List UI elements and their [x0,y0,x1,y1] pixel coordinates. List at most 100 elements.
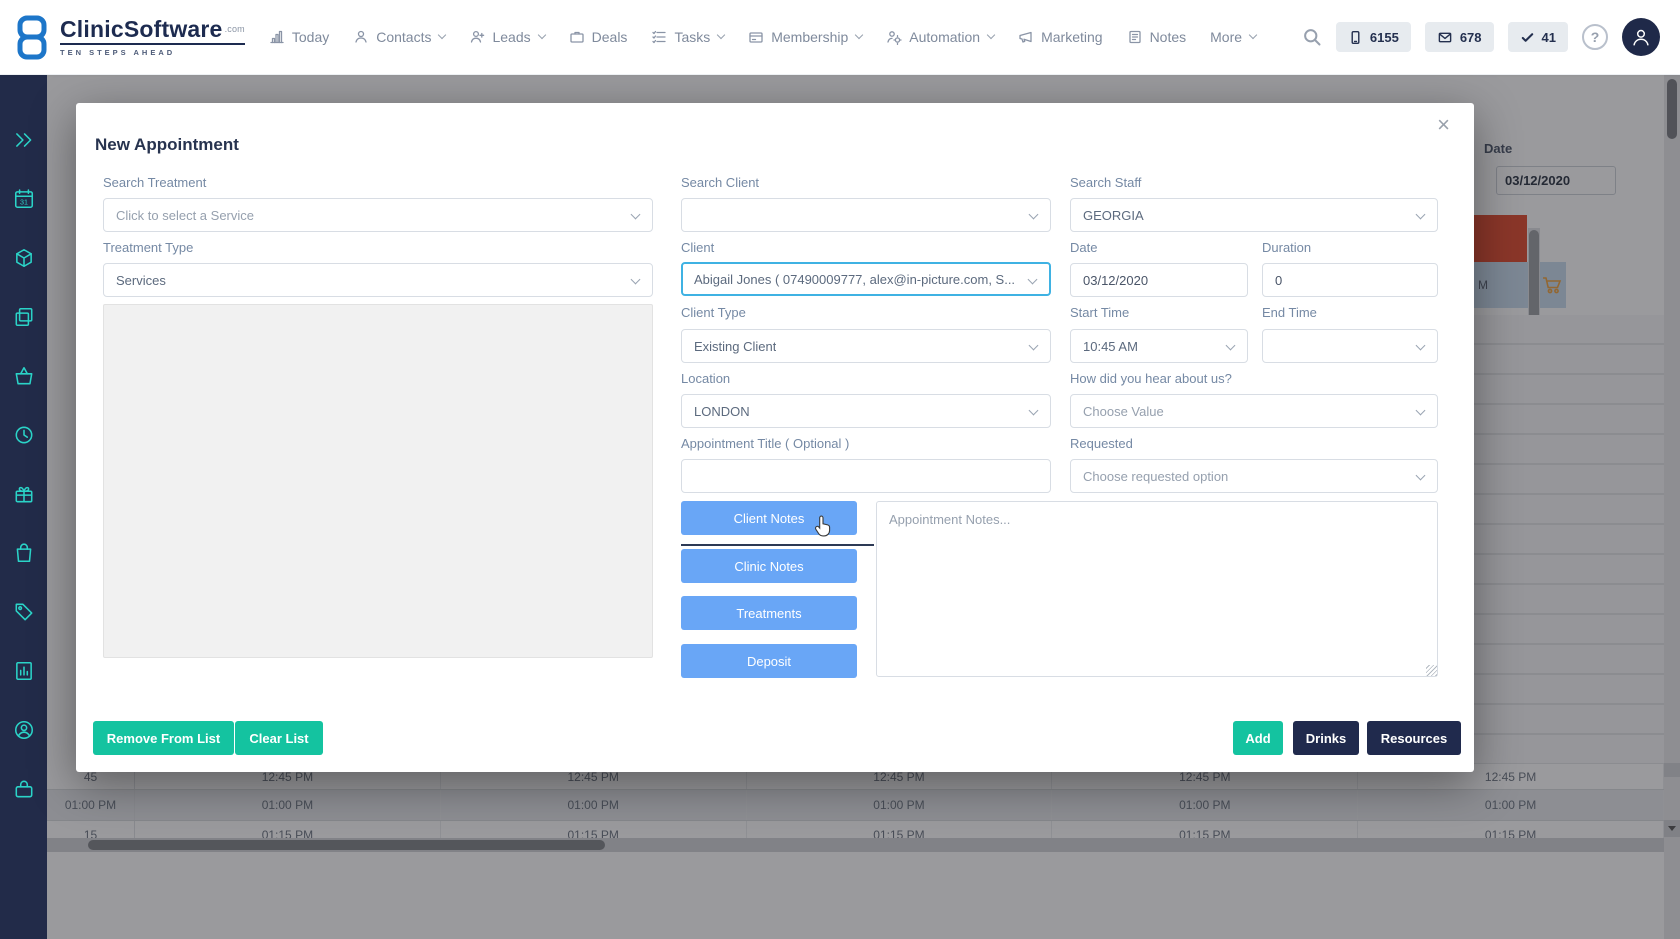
search-icon[interactable] [1302,27,1322,47]
nav-notes[interactable]: Notes [1127,29,1187,45]
client-type-select[interactable]: Existing Client [681,329,1051,363]
search-client-label: Search Client [681,175,759,190]
hear-about-select[interactable]: Choose Value [1070,394,1438,428]
sidebar: 31 [0,75,47,939]
client-select[interactable]: Abigail Jones ( 07490009777, alex@in-pic… [681,262,1051,296]
appointment-title-input[interactable] [681,459,1051,493]
start-time-label: Start Time [1070,305,1129,320]
user-avatar[interactable] [1622,18,1660,56]
appointment-title-label: Appointment Title ( Optional ) [681,436,849,451]
phone-icon [1348,30,1363,45]
select-value: 10:45 AM [1083,339,1138,354]
chevron-down-icon [1416,406,1426,416]
nav-automation[interactable]: Automation [886,29,994,45]
envelope-icon [1437,30,1453,45]
gift-icon[interactable] [13,483,35,505]
active-tab-underline [681,544,874,546]
copy-icon[interactable] [13,306,35,328]
treatment-type-label: Treatment Type [103,240,193,255]
nav-marketing[interactable]: Marketing [1018,29,1102,45]
select-value: Choose requested option [1083,469,1228,484]
nav-label: Deals [592,29,628,45]
nav-more[interactable]: More [1210,29,1256,45]
treatments-tab[interactable]: Treatments [681,596,857,630]
treatment-type-select[interactable]: Services [103,263,653,297]
select-value: Services [116,273,166,288]
emails-counter-badge[interactable]: 678 [1425,22,1494,52]
account-icon[interactable] [13,719,35,741]
nav-leads[interactable]: Leads [469,29,544,45]
search-treatment-select[interactable]: Click to select a Service [103,198,653,232]
client-notes-tab[interactable]: Client Notes [681,501,857,535]
help-icon[interactable]: ? [1582,24,1608,50]
nav-deals[interactable]: Deals [569,29,628,45]
duration-input[interactable] [1262,263,1438,297]
resize-handle[interactable] [1426,665,1437,676]
chevron-down-icon [537,31,545,39]
select-value: Existing Client [694,339,776,354]
appointment-notes-textarea[interactable] [876,501,1438,677]
case-icon[interactable] [13,778,35,800]
logo[interactable]: ClinicSoftware.com TEN STEPS AHEAD [0,14,245,61]
nav-label: Notes [1150,29,1187,45]
search-client-select[interactable] [681,198,1051,232]
clinic-notes-tab[interactable]: Clinic Notes [681,549,857,583]
nav-membership[interactable]: Membership [748,29,862,45]
tasks-count: 41 [1542,30,1556,45]
chevron-down-icon [631,275,641,285]
header-actions: 6155 678 41 ? [1302,18,1680,56]
nav-tasks[interactable]: Tasks [651,29,724,45]
chevron-down-icon [438,31,446,39]
clear-list-button[interactable]: Clear List [235,721,323,755]
end-time-label: End Time [1262,305,1317,320]
resources-button[interactable]: Resources [1367,721,1461,755]
nav-contacts[interactable]: Contacts [353,29,445,45]
leads-icon [469,29,485,45]
contacts-icon [353,29,369,45]
select-value: Click to select a Service [116,208,254,223]
location-select[interactable]: LONDON [681,394,1051,428]
chevron-down-icon [631,210,641,220]
nav-label: Contacts [376,29,431,45]
date-label: Date [1070,240,1097,255]
add-button[interactable]: Add [1233,721,1283,755]
logo-mark-icon [12,14,52,61]
products-icon[interactable] [13,247,35,269]
brand-name: ClinicSoftware [60,16,223,42]
chevron-down-icon [1416,210,1426,220]
close-icon[interactable]: × [1431,113,1456,137]
nav-label: Marketing [1041,29,1102,45]
person-icon [1630,26,1652,48]
brand-tagline: TEN STEPS AHEAD [60,48,245,57]
chevron-down-icon [1416,341,1426,351]
tag-icon[interactable] [13,601,35,623]
tasks-counter-badge[interactable]: 41 [1508,22,1568,52]
marketing-icon [1018,29,1034,45]
basket-icon[interactable] [13,365,35,387]
shopping-bag-icon[interactable] [13,542,35,564]
new-appointment-modal: New Appointment × Search Treatment Click… [76,103,1474,772]
nav-today[interactable]: Today [269,29,329,45]
remove-from-list-button[interactable]: Remove From List [93,721,234,755]
automation-icon [886,29,902,45]
brand-tld: .com [225,24,245,34]
expand-icon[interactable] [13,129,35,151]
hear-about-label: How did you hear about us? [1070,371,1232,386]
notes-icon [1127,29,1143,45]
requested-select[interactable]: Choose requested option [1070,459,1438,493]
drinks-button[interactable]: Drinks [1293,721,1359,755]
calendar-31-icon[interactable]: 31 [13,188,35,210]
date-input[interactable] [1070,263,1248,297]
duration-label: Duration [1262,240,1311,255]
history-icon[interactable] [13,424,35,446]
today-icon [269,29,285,45]
end-time-select[interactable] [1262,329,1438,363]
calls-counter-badge[interactable]: 6155 [1336,22,1411,52]
start-time-select[interactable]: 10:45 AM [1070,329,1248,363]
chevron-down-icon [1029,406,1039,416]
deposit-tab[interactable]: Deposit [681,644,857,678]
search-staff-select[interactable]: GEORGIA [1070,198,1438,232]
search-staff-label: Search Staff [1070,175,1141,190]
report-icon[interactable] [13,660,35,682]
nav-label: Today [292,29,329,45]
